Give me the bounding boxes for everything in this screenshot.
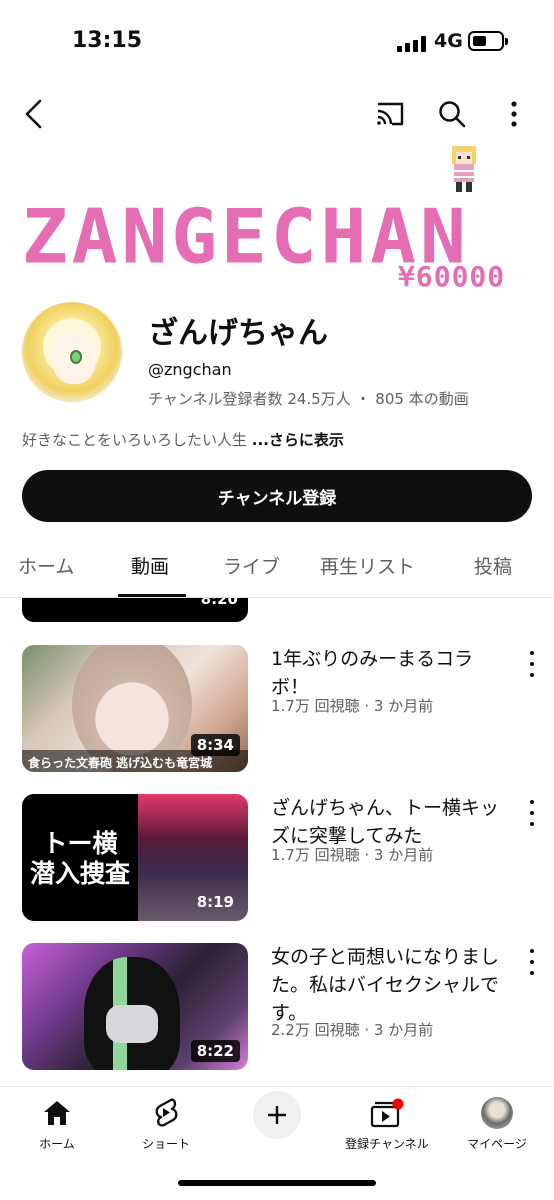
tab-posts[interactable]: 投稿 [474, 552, 512, 579]
signal-icon [397, 36, 427, 52]
channel-avatar[interactable] [22, 302, 122, 402]
video-title[interactable]: 1年ぶりのみーまるコラボ！ [271, 645, 503, 701]
video-item[interactable]: 食らった文春砲 逃げ込むも竜宮城 8:34 1年ぶりのみーまるコラボ！ 1.7万… [0, 645, 554, 775]
cast-icon[interactable] [372, 96, 408, 132]
active-tab-indicator [118, 594, 186, 597]
channel-name: ざんげちゃん [148, 316, 328, 351]
video-duration: 8:19 [196, 893, 234, 911]
tab-videos[interactable]: 動画 [131, 552, 169, 579]
tab-home[interactable]: ホーム [18, 552, 74, 579]
video-count: 805 本の動画 [375, 390, 469, 408]
more-vert-icon[interactable] [496, 96, 532, 132]
plus-icon [253, 1091, 301, 1139]
subscriptions-icon [342, 1095, 432, 1131]
description-text: 好きなことをいろいろしたい人生 [22, 431, 248, 449]
video-item[interactable]: 8:22 女の子と両想いになりました。私はバイセクシャルです。 2.2万 回視聴… [0, 943, 554, 1073]
status-time: 13:15 [72, 28, 143, 53]
nav-label: ホーム [39, 1137, 75, 1151]
stats-separator: ・ [355, 390, 371, 408]
thumbnail-text: 潜入捜査 [29, 859, 130, 888]
nav-label: ショート [141, 1137, 190, 1151]
nav-shorts[interactable]: ショート [121, 1095, 211, 1152]
video-meta: 1.7万 回視聴 · 3 か月前 [271, 697, 434, 715]
video-title[interactable]: 女の子と両想いになりました。私はバイセクシャルです。 [271, 943, 503, 1027]
back-icon[interactable] [16, 96, 52, 132]
video-title[interactable]: ざんげちゃん、トー横キッズに突撃してみた [271, 794, 503, 850]
banner-price: ¥60000 [398, 260, 506, 293]
video-duration: 8:34 [190, 734, 240, 756]
home-icon [12, 1095, 102, 1131]
nav-subscriptions[interactable]: 登録チャンネル [342, 1095, 432, 1152]
video-duration: 8:22 [190, 1040, 240, 1062]
channel-handle: @zngchan [148, 360, 232, 379]
channel-stats: チャンネル登録者数 24.5万人 ・ 805 本の動画 [148, 388, 469, 409]
home-indicator [178, 1180, 376, 1186]
video-more-icon[interactable] [522, 949, 542, 975]
nav-mypage[interactable]: マイページ [452, 1095, 542, 1152]
search-icon[interactable] [434, 96, 470, 132]
show-more-link[interactable]: ...さらに表示 [252, 431, 344, 449]
video-more-icon[interactable] [522, 651, 542, 677]
channel-banner: ZANGECHAN ¥60000 [0, 140, 554, 300]
video-meta: 2.2万 回視聴 · 3 か月前 [271, 1021, 434, 1039]
video-thumbnail[interactable]: 食らった文春砲 逃げ込むも竜宮城 8:34 [22, 645, 248, 772]
nav-label: 登録チャンネル [345, 1137, 429, 1151]
battery-icon [468, 31, 508, 51]
video-meta: 1.7万 回視聴 · 3 か月前 [271, 846, 434, 864]
video-more-icon[interactable] [522, 800, 542, 826]
nav-label: マイページ [467, 1137, 527, 1151]
nav-home[interactable]: ホーム [12, 1095, 102, 1152]
video-thumbnail[interactable]: 8:22 [22, 943, 248, 1070]
network-type: 4G [434, 30, 463, 52]
pixel-character-icon [452, 146, 476, 192]
channel-tabs: ホーム 動画 ライブ 再生リスト 投稿 [0, 540, 554, 598]
shorts-icon [121, 1095, 211, 1131]
channel-description[interactable]: 好きなことをいろいろしたい人生 ...さらに表示 [22, 429, 344, 450]
status-bar: 13:15 4G [0, 0, 554, 84]
tab-live[interactable]: ライブ [223, 552, 280, 579]
subscribe-button[interactable]: チャンネル登録 [22, 470, 532, 522]
tab-playlists[interactable]: 再生リスト [320, 552, 415, 579]
avatar [481, 1097, 513, 1129]
video-thumbnail-partial[interactable]: 8:20 [22, 598, 248, 622]
video-duration: 8:20 [200, 598, 238, 608]
video-thumbnail[interactable]: トー横 潜入捜査 8:19 [22, 794, 248, 921]
video-item[interactable]: トー横 潜入捜査 8:19 ざんげちゃん、トー横キッズに突撃してみた 1.7万 … [0, 794, 554, 924]
nav-create[interactable] [232, 1091, 322, 1139]
subscriber-count: チャンネル登録者数 24.5万人 [148, 390, 351, 408]
